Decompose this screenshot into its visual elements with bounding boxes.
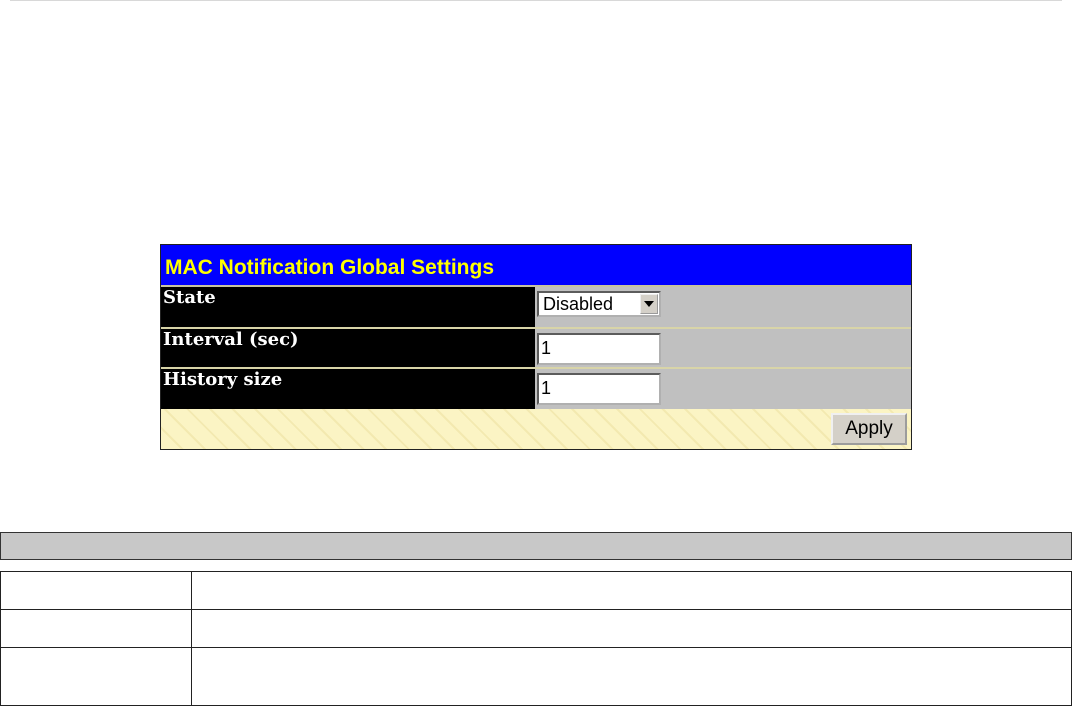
apply-button[interactable]: Apply	[831, 413, 907, 445]
table-header-bar	[0, 532, 1072, 560]
panel-footer: Apply	[161, 409, 911, 449]
table-row	[0, 647, 1072, 706]
description-cell	[191, 647, 1072, 706]
mac-notification-settings-panel: MAC Notification Global Settings State D…	[160, 244, 912, 450]
state-label: State	[161, 287, 535, 327]
state-row: State Disabled	[161, 287, 911, 327]
interval-row: Interval (sec) 1	[161, 329, 911, 369]
state-select[interactable]: Disabled	[537, 291, 661, 317]
state-value-cell: Disabled	[535, 287, 911, 327]
parameter-cell	[0, 647, 192, 706]
parameter-cell	[0, 571, 192, 610]
table-row	[0, 609, 1072, 648]
interval-label: Interval (sec)	[161, 329, 535, 369]
panel-title: MAC Notification Global Settings	[161, 245, 911, 287]
top-divider	[10, 0, 1062, 1]
description-cell	[191, 571, 1072, 610]
state-select-value: Disabled	[543, 294, 614, 314]
history-size-input[interactable]: 1	[537, 373, 661, 405]
history-size-row: History size 1	[161, 369, 911, 409]
table-row	[0, 571, 1072, 610]
interval-input[interactable]: 1	[537, 333, 661, 365]
description-cell	[191, 609, 1072, 648]
interval-value-cell: 1	[535, 329, 911, 369]
description-table	[0, 571, 1072, 706]
history-size-value-cell: 1	[535, 369, 911, 409]
parameter-cell	[0, 609, 192, 648]
history-size-label: History size	[161, 369, 535, 409]
chevron-down-icon[interactable]	[640, 294, 658, 314]
